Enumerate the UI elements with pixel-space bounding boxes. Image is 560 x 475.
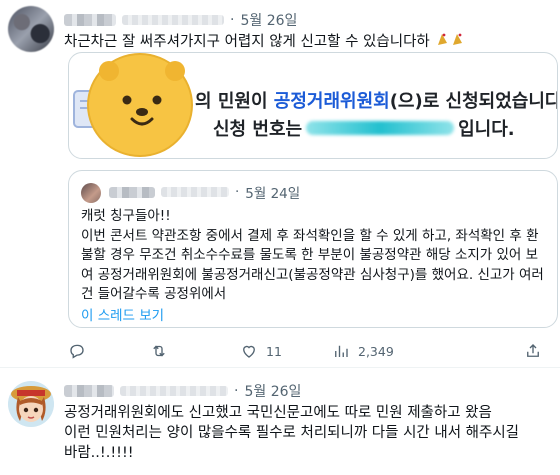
- tweet-line: 이런 민원처리는 양이 많을수록 필수로 처리되니까 다들 시간 내서 해주시길: [64, 425, 520, 441]
- avatar[interactable]: [8, 6, 54, 52]
- card-application-number: 신청 번호는 입니다.: [213, 115, 515, 141]
- views-count: 2,349: [358, 343, 394, 359]
- quoted-header: · 5월 24일: [109, 182, 300, 202]
- tweet-date[interactable]: 5월 26일: [244, 381, 301, 401]
- views-icon: [335, 345, 348, 357]
- redacted-number: [306, 121, 455, 135]
- avatar[interactable]: [8, 381, 54, 427]
- card-title-accent: 공정거래위원회: [273, 91, 390, 112]
- share-button[interactable]: [524, 342, 542, 360]
- share-icon: [527, 344, 539, 357]
- tweet-line: 공정거래위원회에도 신고했고 국민신문고에도 따로 민원 제출하고 왔음: [64, 405, 492, 421]
- cartoon-avatar-icon: [8, 381, 54, 427]
- tweet-text: 차근차근 잘 써주셔가지구 어렵지 않게 신고할 수 있습니다하: [64, 32, 466, 52]
- card-title-suffix: (으)로 신청되었습니다.: [389, 91, 558, 112]
- reply-icon: [70, 344, 84, 359]
- card-number-label: 신청 번호는: [213, 119, 303, 140]
- quoted-name-redacted: [109, 186, 155, 198]
- quoted-tweet[interactable]: · 5월 24일 캐럿 칭구들아!! 이번 콘서트 약관조항 중에서 결제 후 …: [68, 170, 558, 328]
- tweet-header: · 5월 26일: [64, 381, 301, 401]
- action-bar: 11 2,349: [68, 342, 548, 364]
- retweet-icon: [153, 345, 165, 357]
- quoted-line: 이번 콘서트 약관조항 중에서 결제 후 좌석확인을 할 수 있게 하고, 좌석…: [81, 227, 544, 303]
- quoted-handle-redacted: [161, 187, 229, 197]
- separator-dot: ·: [235, 184, 240, 200]
- handle-redacted: [122, 15, 224, 25]
- tweet-text: 공정거래위원회에도 신고했고 국민신문고에도 따로 민원 제출하고 왔음 이런 …: [64, 403, 519, 463]
- tweet[interactable]: · 5월 26일 공정거래위원회에도 신고했고 국민신문고에도 따로 민원 제출…: [0, 369, 560, 475]
- tweet-text-content: 차근차근 잘 써주셔가지구 어렵지 않게 신고할 수 있습니다하: [64, 34, 430, 50]
- tweet-header: · 5월 26일: [64, 10, 297, 30]
- display-name-redacted[interactable]: [64, 385, 114, 397]
- quoted-avatar: [81, 183, 101, 203]
- party-popper-icon: [436, 32, 466, 52]
- views-button[interactable]: 2,349: [332, 342, 394, 360]
- handle-redacted: [120, 386, 228, 396]
- like-count: 11: [266, 343, 282, 359]
- quoted-line: 캐럿 칭구들아!!: [81, 208, 171, 224]
- retweet-button[interactable]: [150, 342, 176, 360]
- display-name-redacted[interactable]: [64, 14, 116, 26]
- quoted-text: 캐럿 칭구들아!! 이번 콘서트 약관조항 중에서 결제 후 좌석확인을 할 수…: [81, 207, 549, 305]
- card-title: 의 민원이 공정거래위원회(으)로 신청되었습니다.: [195, 87, 558, 113]
- quoted-date: 5월 24일: [245, 186, 301, 202]
- attached-image[interactable]: 의 민원이 공정거래위원회(으)로 신청되었습니다. 신청 번호는 입니다.: [68, 52, 558, 159]
- separator-dot: ·: [230, 12, 235, 28]
- card-title-prefix: 의 민원이: [195, 91, 274, 112]
- bear-character-icon: [87, 53, 193, 157]
- like-button[interactable]: 11: [240, 342, 282, 360]
- card-number-suffix: 입니다.: [458, 119, 515, 140]
- tweet-date[interactable]: 5월 26일: [240, 10, 297, 30]
- reply-button[interactable]: [68, 342, 94, 360]
- show-thread-link[interactable]: 이 스레드 보기: [81, 304, 164, 324]
- heart-icon: [243, 345, 255, 358]
- tweet[interactable]: · 5월 26일 차근차근 잘 써주셔가지구 어렵지 않게 신고할 수 있습니다…: [0, 0, 560, 368]
- tweet-line: 바람..!.!!!!: [64, 445, 134, 461]
- separator-dot: ·: [234, 383, 239, 399]
